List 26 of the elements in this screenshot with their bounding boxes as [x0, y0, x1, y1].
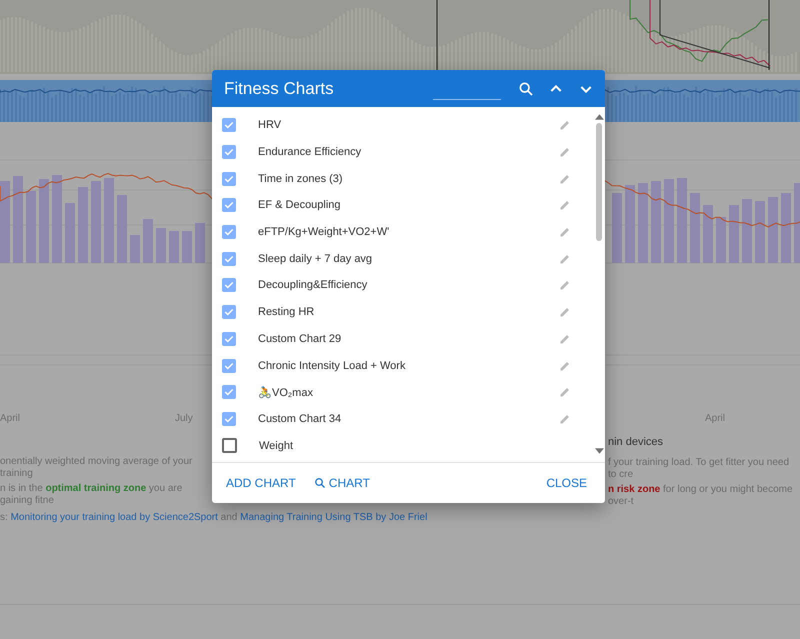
- chart-name: EF & Decoupling: [258, 199, 342, 212]
- legend-label: nin devices: [608, 436, 664, 448]
- chart-name: Decoupling&Efficiency: [258, 279, 368, 292]
- chart-name: HRV: [258, 119, 282, 132]
- chart-name: Custom Chart 29: [258, 332, 342, 345]
- chart-name: Endurance Efficiency: [258, 146, 362, 158]
- search-chart-button[interactable]: CHART: [306, 472, 378, 494]
- chart-name: eFTP/Kg+Weight+VO2+W': [258, 226, 390, 238]
- dialog-title: Fitness Charts: [224, 78, 335, 98]
- add-chart-button[interactable]: ADD CHART: [218, 472, 304, 494]
- axis-label: July: [175, 412, 193, 424]
- chart-name: Weight: [259, 440, 294, 452]
- reference-link[interactable]: Monitoring your training load by Science2Sport: [10, 512, 218, 523]
- description-text: n risk zone for long or you might become over-t: [608, 484, 794, 508]
- axis-label: April: [705, 412, 726, 424]
- chart-name: Time in zones (3): [258, 172, 344, 185]
- axis-label: April: [0, 412, 20, 424]
- chart-name: Custom Chart 34: [258, 412, 342, 425]
- references-text: s: Monitoring your training load by Science2Sport and Managing Training Using TSB by Joe Friel: [0, 512, 428, 523]
- reference-link[interactable]: Managing Training Using TSB by Joe Friel: [240, 512, 428, 523]
- close-button[interactable]: CLOSE: [538, 472, 595, 494]
- description-text: n is in the optimal training zone you are gaining fitne: [0, 483, 184, 507]
- chart-name: 🚴VO₂max: [258, 386, 314, 399]
- chart-name: Sleep daily + 7 day avg: [258, 252, 374, 265]
- chart-name: Chronic Intensity Load + Work: [258, 360, 406, 372]
- chart-name: Resting HR: [258, 306, 316, 318]
